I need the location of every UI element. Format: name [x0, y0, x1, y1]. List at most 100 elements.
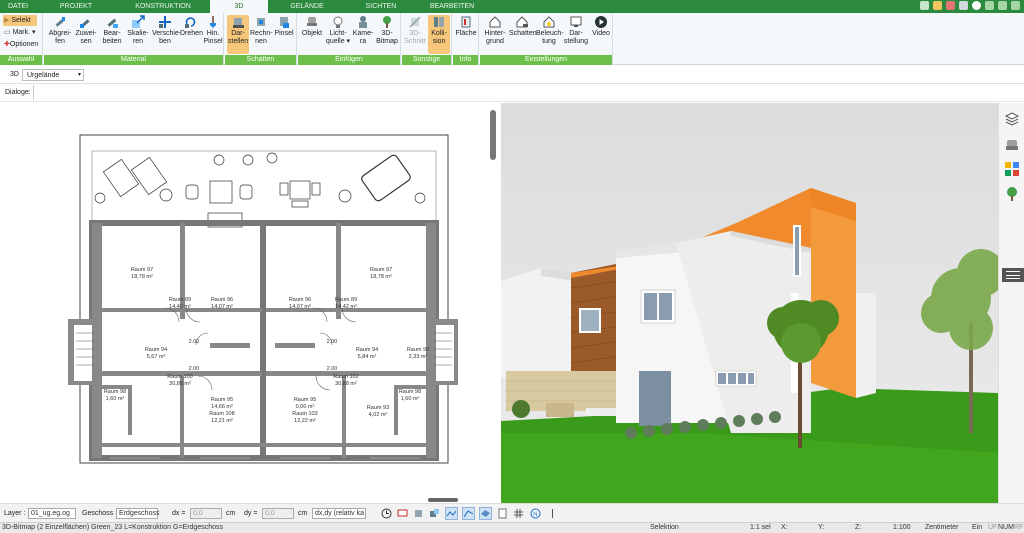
snap-grid-icon[interactable]	[428, 507, 441, 520]
monitor-icon[interactable]	[396, 507, 409, 520]
darstellung-button[interactable]: Dar- stellung	[563, 15, 589, 46]
rechnen-button[interactable]: Rechn- nen	[250, 15, 273, 46]
divider	[33, 85, 34, 100]
maximize-icon[interactable]	[998, 1, 1007, 10]
armchair-icon[interactable]	[1004, 137, 1020, 153]
terrain-dropdown[interactable]: Urgelände ▾	[22, 69, 84, 81]
darstellen-button[interactable]: Dar- stellen	[227, 15, 249, 54]
grid-icon[interactable]	[512, 507, 525, 520]
tab-gelaende[interactable]: GELÄNDE	[268, 0, 346, 13]
shadow-settings-icon	[516, 16, 528, 28]
skalieren-button[interactable]: Skalie- ren	[126, 15, 150, 46]
3d-schnitt-button[interactable]: 3D- Schnitt	[404, 15, 426, 46]
room-area: 14,07 m²	[289, 304, 311, 310]
3d-view[interactable]	[501, 103, 998, 503]
tab-bearbeiten[interactable]: BEARBEITEN	[416, 0, 488, 13]
plan-horizontal-scrollbar[interactable]	[428, 498, 458, 502]
room-area: 30,88 m²	[169, 381, 191, 387]
room-label: Raum 98	[399, 389, 421, 395]
materials-icon[interactable]	[1004, 161, 1020, 177]
selekt-button[interactable]: ▶ Selekt	[3, 15, 37, 26]
objekt-button[interactable]: Objekt	[300, 15, 324, 38]
dx-input[interactable]: 0,0	[190, 508, 222, 519]
group-label: Material	[44, 55, 223, 65]
pinsel-button[interactable]: Pinsel	[273, 15, 295, 38]
video-button[interactable]: Video	[590, 15, 612, 38]
3d-bitmap-button[interactable]: 3D- Bitmap	[376, 15, 398, 46]
shadow-house-icon	[233, 18, 244, 28]
layers-icon[interactable]	[1004, 111, 1020, 127]
pin-icon[interactable]	[920, 1, 929, 10]
group-label: Sonstige	[402, 55, 451, 65]
tab-projekt[interactable]: PROJEKT	[36, 0, 116, 13]
room-label: Raum 108	[209, 411, 234, 417]
group-material: Abgrei- fen Zuwei- sen Bear- beiten Skal…	[44, 13, 224, 65]
status-bar: 3D-Bitmap (2 Einzelflächen) Green_23 L=K…	[0, 522, 1024, 533]
status-message: 3D-Bitmap (2 Einzelflächen) Green_23 L=K…	[2, 524, 224, 531]
lichtquelle-button[interactable]: Licht- quelle ▾	[325, 15, 351, 46]
pan-icon[interactable]	[546, 507, 559, 520]
beleuchtung-button[interactable]: Beleuch- tung	[536, 15, 564, 46]
drehen-button[interactable]: Drehen	[180, 15, 203, 38]
coordinate-mode-select[interactable]: dx,dy (relativ ka	[312, 508, 366, 519]
tab-datei[interactable]: DATEI	[0, 0, 36, 13]
zuweisen-button[interactable]: Zuwei- sen	[74, 15, 98, 46]
panel-toggle-icon[interactable]	[1002, 268, 1024, 282]
group-info: Fläche Info	[453, 13, 479, 65]
tab-3d[interactable]: 3D	[210, 0, 268, 13]
tab-konstruktion[interactable]: KONSTRUKTION	[116, 0, 210, 13]
hin-pinsel-button[interactable]: Hin. Pinsel	[202, 15, 224, 46]
bearbeiten-button[interactable]: Bear- beiten	[100, 15, 124, 46]
room-label: Raum 102	[333, 374, 358, 380]
plant-icon[interactable]	[1004, 186, 1020, 202]
folder-icon[interactable]	[933, 1, 942, 10]
paint-brush-icon	[210, 16, 216, 28]
room-label: Raum 89	[169, 297, 191, 303]
layer-select[interactable]: 01_ug.eg.og	[28, 508, 76, 519]
floor-plan-view[interactable]: Raum 97 18,78 m² Raum 97 18,78 m² Raum 9…	[0, 103, 500, 503]
group-label: Auswahl	[0, 55, 42, 65]
kollision-button[interactable]: Kolli- sion	[428, 15, 450, 54]
snap-icon[interactable]	[412, 507, 425, 520]
edit-icon	[107, 18, 118, 28]
plane-icon[interactable]	[479, 507, 492, 520]
help-icon[interactable]	[972, 1, 981, 10]
room-label: Raum 99	[407, 347, 429, 353]
room-area: 14,42 m²	[169, 304, 191, 310]
section-icon	[409, 16, 421, 28]
room-label: Raum 94	[356, 347, 378, 353]
north-icon[interactable]: N	[529, 507, 542, 520]
hintergrund-button[interactable]: Hinter- grund	[482, 15, 508, 46]
kamera-button[interactable]: Kame- ra	[352, 15, 374, 46]
room-label: Raum 95	[211, 397, 233, 403]
group-label: Info	[453, 55, 478, 65]
verschieben-button[interactable]: Verschie- ben	[152, 15, 181, 46]
terrace-furniture	[94, 152, 426, 228]
dialog-bar: Dialoge:	[0, 84, 1024, 102]
dialog-label: Dialoge:	[5, 89, 31, 96]
optionen-button[interactable]: ✚Optionen	[3, 39, 38, 50]
mark-button[interactable]: ▭ Mark. ▾	[3, 27, 36, 38]
collision-icon	[434, 17, 444, 27]
room-area: 1,60 m²	[106, 396, 125, 402]
clock-icon[interactable]	[380, 507, 393, 520]
plan-vertical-scrollbar[interactable]	[490, 110, 496, 160]
abgreifen-button[interactable]: Abgrei- fen	[48, 15, 72, 46]
dy-input[interactable]: 0,0	[262, 508, 294, 519]
flaeche-button[interactable]: Fläche	[455, 15, 477, 38]
floor-plan-drawing: Raum 97 18,78 m² Raum 97 18,78 m² Raum 9…	[68, 134, 458, 464]
angle-snap-icon[interactable]	[462, 507, 475, 520]
close-icon[interactable]	[1011, 1, 1020, 10]
chevron-down-icon: ▾	[77, 72, 81, 78]
tab-sichten[interactable]: SICHTEN	[346, 0, 416, 13]
window-icon[interactable]	[959, 1, 968, 10]
geschoss-select[interactable]: Erdgeschoss	[116, 508, 159, 519]
schatten-settings-button[interactable]: Schatten	[509, 15, 537, 38]
line-snap-icon[interactable]	[445, 507, 458, 520]
minimize-icon[interactable]	[985, 1, 994, 10]
paper-icon[interactable]	[496, 507, 509, 520]
room-area: 0,00 m²	[296, 404, 315, 410]
lightbulb-icon	[333, 16, 343, 28]
room-label: Raum 97	[131, 267, 153, 273]
save-icon[interactable]	[946, 1, 955, 10]
